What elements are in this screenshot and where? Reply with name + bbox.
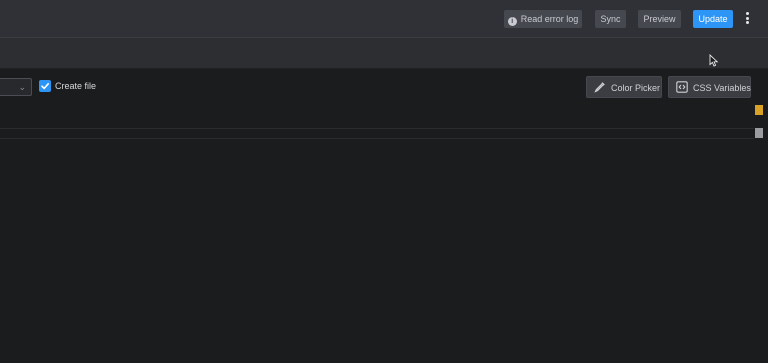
editor-ruler-line <box>0 128 754 129</box>
create-file-checkbox[interactable] <box>39 80 51 92</box>
preview-label: Preview <box>643 14 676 24</box>
update-button[interactable]: Update <box>693 10 733 28</box>
color-picker-label: Color Picker <box>611 83 661 93</box>
more-vertical-icon[interactable] <box>744 12 750 25</box>
editor-ruler-line <box>0 138 754 139</box>
css-variables-label: CSS Variables <box>693 83 751 93</box>
eyedropper-icon <box>594 82 605 93</box>
code-brackets-icon <box>676 81 688 93</box>
scrollbar-warning-marker[interactable] <box>755 105 763 115</box>
update-label: Update <box>698 14 728 24</box>
mouse-pointer-icon <box>709 54 719 67</box>
file-select[interactable]: ⌄ <box>0 78 32 96</box>
create-file-label: Create file <box>55 81 97 91</box>
read-error-log-label: Read error log <box>520 14 579 24</box>
sync-button[interactable]: Sync <box>595 10 626 28</box>
color-picker-button[interactable]: Color Picker <box>586 76 662 98</box>
chevron-down-icon: ⌄ <box>18 82 26 92</box>
top-bar: i Read error log Sync Preview Update <box>0 0 768 38</box>
read-error-log-button[interactable]: i Read error log <box>504 10 582 28</box>
sync-label: Sync <box>600 14 621 24</box>
info-icon: i <box>507 17 517 26</box>
css-variables-button[interactable]: CSS Variables <box>668 76 751 98</box>
preview-button[interactable]: Preview <box>638 10 681 28</box>
sub-header-bar <box>0 38 768 69</box>
code-editor-area[interactable] <box>0 105 768 363</box>
scrollbar-marker[interactable] <box>755 128 763 138</box>
check-icon <box>41 83 49 90</box>
